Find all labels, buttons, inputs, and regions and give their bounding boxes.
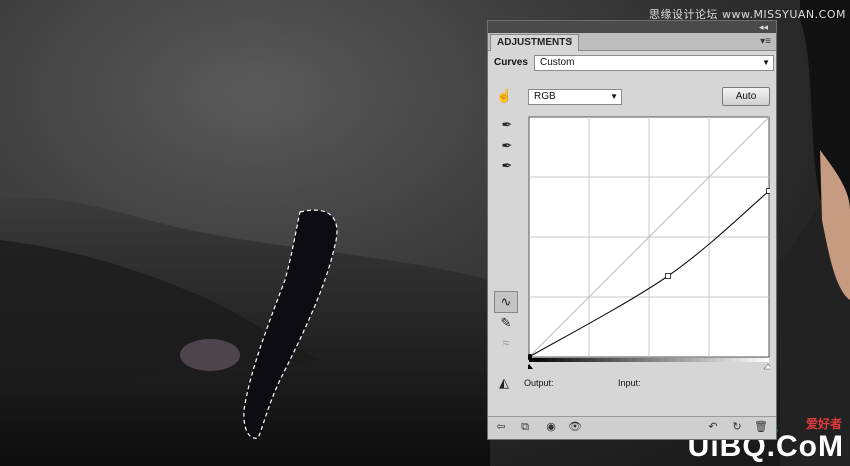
tab-adjustments[interactable]: ADJUSTMENTS <box>490 34 580 51</box>
back-arrow-icon[interactable]: ⇦ <box>494 420 508 434</box>
input-gradient-bar <box>529 358 769 362</box>
trash-icon[interactable]: 🗑 <box>754 420 768 434</box>
panel-menu-icon[interactable]: ▾≡ <box>760 34 771 50</box>
chevron-down-icon: ▼ <box>762 58 770 67</box>
black-point-eyedropper-icon[interactable]: ✒ <box>499 117 515 133</box>
curves-graph[interactable] <box>528 116 770 370</box>
curve-edit-tool-icon[interactable]: ∿ <box>494 291 518 313</box>
smooth-curve-icon[interactable]: ≈ <box>498 335 514 351</box>
clipping-warning-icon[interactable]: ◭ <box>496 375 512 391</box>
auto-button[interactable]: Auto <box>722 87 770 106</box>
pencil-draw-icon[interactable]: ✎ <box>498 315 514 331</box>
panel-footer: ⇦ ⧉ ◉ 👁 ↶ ↻ 🗑 <box>488 416 776 439</box>
output-label: Output: <box>524 378 554 388</box>
reset-previous-icon[interactable]: ↶ <box>706 420 720 434</box>
preset-dropdown[interactable]: Custom ▼ <box>534 55 774 71</box>
visibility-eye-icon[interactable]: 👁 <box>568 420 582 434</box>
panel-titlebar[interactable]: ◂◂ <box>488 21 776 33</box>
curve-control-point[interactable] <box>766 188 771 194</box>
hand-adjust-icon[interactable]: ☝ <box>496 88 512 104</box>
collapse-icon[interactable]: ◂◂ <box>759 21 768 33</box>
channel-value: RGB <box>534 91 556 102</box>
white-point-eyedropper-icon[interactable]: ✒ <box>499 158 515 174</box>
white-point-slider[interactable] <box>763 363 770 370</box>
clip-to-layer-icon[interactable]: ⧉ <box>518 420 532 434</box>
adjustments-panel: ◂◂ ADJUSTMENTS × ▾≡ Curves Custom ▼ ☝ RG… <box>487 20 777 440</box>
adjustment-type-label: Curves <box>494 57 528 68</box>
chevron-down-icon: ▼ <box>610 92 618 101</box>
curves-graph-svg[interactable] <box>528 116 770 370</box>
tab-row: ADJUSTMENTS × ▾≡ <box>488 33 776 51</box>
preset-value: Custom <box>540 57 575 68</box>
gray-point-eyedropper-icon[interactable]: ✒ <box>499 138 515 154</box>
reset-icon[interactable]: ↻ <box>730 420 744 434</box>
curve-control-point[interactable] <box>665 273 671 279</box>
input-label: Input: <box>618 378 641 388</box>
black-point-slider[interactable] <box>528 364 533 369</box>
tab-close-icon[interactable]: × <box>567 33 573 49</box>
channel-dropdown[interactable]: RGB ▼ <box>528 89 622 105</box>
view-previous-icon[interactable]: ◉ <box>544 420 558 434</box>
